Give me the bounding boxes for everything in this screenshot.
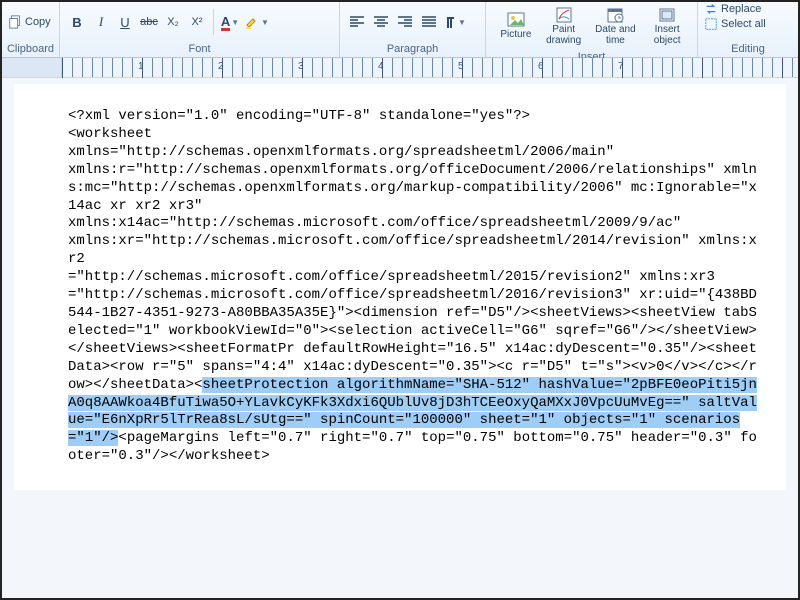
bold-button[interactable]: B [66,11,88,33]
ruler-num: 7 [618,61,624,72]
replace-label: Replace [721,3,761,15]
paragraph-spacing-button[interactable]: ▼ [442,11,467,33]
copy-label: Copy [25,16,51,28]
group-label-editing: Editing [698,42,798,57]
ruler-ticks: 1 2 3 4 5 6 7 [62,58,798,77]
ruler-num: 2 [218,61,224,72]
replace-icon [704,2,718,16]
picture-button[interactable]: Picture [492,4,540,48]
ruler-num: 6 [538,61,544,72]
align-left-button[interactable] [346,11,368,33]
ruler-num: 4 [378,61,384,72]
group-label-clipboard: Clipboard [2,42,59,57]
group-font: B I U abc X₂ X² A ▼ ▼ Font [60,2,340,57]
select-all-icon [704,17,718,31]
calendar-icon [606,6,624,24]
align-center-icon [374,16,388,28]
group-insert: Picture Paint drawing Date and time Inse… [486,2,698,57]
ruler-num: 1 [138,61,144,72]
underline-button[interactable]: U [114,11,136,33]
separator [213,9,214,35]
page: <?xml version="1.0" encoding="UTF-8" sta… [14,84,786,490]
subscript-button[interactable]: X₂ [162,11,184,33]
italic-button[interactable]: I [90,11,112,33]
strikethrough-button[interactable]: abc [138,11,160,33]
page-area: <?xml version="1.0" encoding="UTF-8" sta… [2,78,798,598]
paint-icon [555,6,573,24]
paint-label: Paint drawing [541,25,587,46]
insert-object-button[interactable]: Insert object [643,4,691,48]
superscript-button[interactable]: X² [186,11,208,33]
object-icon [658,6,676,24]
ruler-num: 3 [298,61,304,72]
group-label-paragraph: Paragraph [340,42,485,57]
paragraph-icon [443,15,457,29]
align-justify-icon [422,16,436,28]
replace-button[interactable]: Replace [704,2,761,16]
highlight-button[interactable]: ▼ [243,11,270,33]
copy-icon [8,15,22,29]
font-color-button[interactable]: A ▼ [219,11,241,33]
date-time-button[interactable]: Date and time [588,4,644,48]
copy-button[interactable]: Copy [8,15,51,29]
highlighter-icon [244,14,260,30]
ruler: 1 2 3 4 5 6 7 [2,58,798,78]
picture-icon [507,11,525,29]
group-paragraph: ▼ Paragraph [340,2,486,57]
paint-drawing-button[interactable]: Paint drawing [540,4,588,48]
ruler-num: 5 [458,61,464,72]
datetime-label: Date and time [589,25,643,46]
text-post: <pageMargins left="0.7" right="0.7" top=… [68,430,757,464]
align-right-icon [398,16,412,28]
document-text[interactable]: <?xml version="1.0" encoding="UTF-8" sta… [68,108,762,466]
ribbon: Copy Clipboard B I U abc X₂ X² A ▼ ▼ Fon… [2,2,798,58]
ruler-corner [2,58,62,77]
group-label-font: Font [60,42,339,57]
picture-label: Picture [500,30,531,41]
select-all-button[interactable]: Select all [704,17,766,31]
align-right-button[interactable] [394,11,416,33]
align-left-icon [350,16,364,28]
object-label: Insert object [644,25,690,46]
align-justify-button[interactable] [418,11,440,33]
select-all-label: Select all [721,18,766,30]
group-editing: Replace Select all Editing [698,2,798,57]
group-clipboard: Copy Clipboard [2,2,60,57]
text-pre: <?xml version="1.0" encoding="UTF-8" sta… [68,108,757,393]
align-center-button[interactable] [370,11,392,33]
